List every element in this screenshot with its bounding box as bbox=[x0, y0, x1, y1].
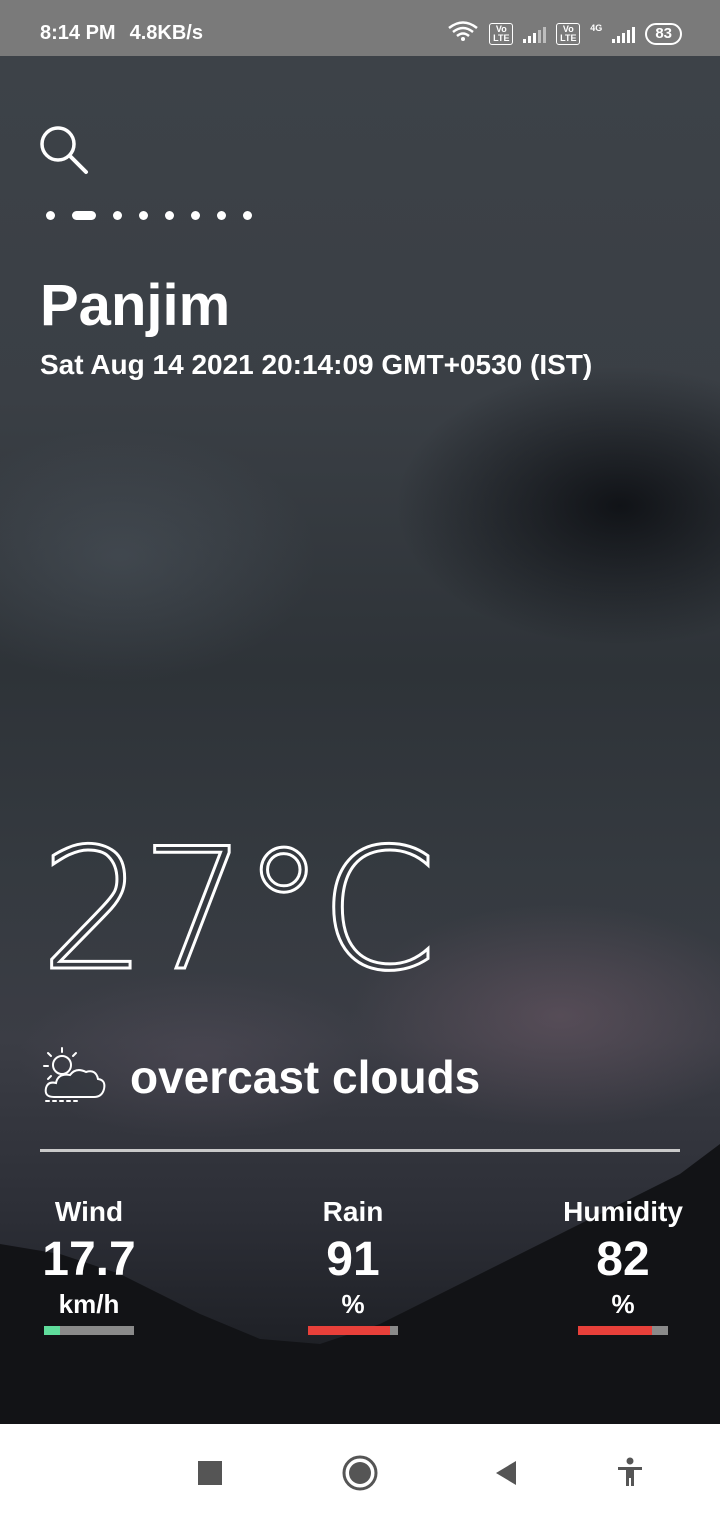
circle-icon bbox=[342, 1455, 378, 1491]
rain-value: 91 bbox=[326, 1233, 380, 1286]
wind-bar-fill bbox=[44, 1326, 61, 1335]
rain-label: Rain bbox=[322, 1196, 384, 1227]
pager-dot[interactable] bbox=[165, 211, 174, 220]
humidity-bar-fill bbox=[578, 1326, 652, 1335]
accessibility-icon bbox=[618, 1457, 642, 1486]
location-pager bbox=[46, 211, 252, 220]
system-navigation-bar bbox=[0, 1424, 720, 1520]
volte-badge-1: Vo LTE bbox=[489, 23, 514, 45]
rain-stat: Rain 91 % bbox=[273, 1196, 433, 1335]
rain-bar-fill bbox=[308, 1326, 390, 1335]
pager-dot[interactable] bbox=[139, 211, 148, 220]
wifi-icon bbox=[447, 20, 479, 48]
wind-unit: km/h bbox=[58, 1289, 120, 1319]
wind-bar bbox=[44, 1326, 134, 1335]
wind-label: Wind bbox=[54, 1196, 124, 1227]
pager-dot[interactable] bbox=[191, 211, 200, 220]
wind-stat: Wind 17.7 km/h bbox=[9, 1196, 169, 1335]
signal-icon-2 bbox=[612, 25, 636, 43]
network-type: 4G bbox=[590, 23, 603, 33]
pager-dot[interactable] bbox=[217, 211, 226, 220]
rain-bar bbox=[308, 1326, 398, 1335]
city-name: Panjim bbox=[40, 273, 231, 338]
condition-text: overcast clouds bbox=[130, 1050, 481, 1103]
status-network-speed: 4.8KB/s bbox=[129, 22, 203, 44]
volte-badge-2: Vo LTE bbox=[556, 23, 581, 45]
humidity-label: Humidity bbox=[563, 1196, 683, 1227]
battery-indicator: 83 bbox=[645, 23, 682, 45]
date-time: Sat Aug 14 2021 20:14:09 GMT+0530 (IST) bbox=[40, 349, 593, 380]
signal-icon-1 bbox=[523, 25, 547, 43]
status-time: 8:14 PM bbox=[40, 22, 116, 44]
weather-condition: overcast clouds bbox=[40, 1045, 480, 1108]
status-bar: 8:14 PM 4.8KB/s Vo LTE Vo LTE 4G 83 bbox=[0, 0, 720, 56]
accessibility-button[interactable] bbox=[616, 1457, 644, 1492]
back-button[interactable] bbox=[494, 1459, 518, 1492]
temperature-value: 27°C bbox=[40, 830, 431, 980]
pager-dot[interactable] bbox=[243, 211, 252, 220]
temperature-display: 27°C bbox=[40, 830, 439, 980]
home-button[interactable] bbox=[340, 1453, 380, 1498]
rain-unit: % bbox=[341, 1289, 365, 1319]
humidity-unit: % bbox=[611, 1289, 635, 1319]
humidity-value: 82 bbox=[596, 1233, 650, 1286]
pager-dot-active[interactable] bbox=[72, 211, 96, 220]
divider bbox=[40, 1149, 680, 1152]
recents-button[interactable] bbox=[198, 1461, 222, 1490]
pager-dot[interactable] bbox=[113, 211, 122, 220]
square-icon bbox=[198, 1461, 222, 1485]
wind-value: 17.7 bbox=[42, 1233, 136, 1286]
humidity-bar bbox=[578, 1326, 668, 1335]
partly-cloudy-icon bbox=[40, 1045, 108, 1108]
back-triangle-icon bbox=[496, 1461, 516, 1485]
search-icon bbox=[40, 126, 88, 174]
search-button[interactable] bbox=[38, 124, 90, 176]
pager-dot[interactable] bbox=[46, 211, 55, 220]
humidity-stat: Humidity 82 % bbox=[543, 1196, 703, 1335]
